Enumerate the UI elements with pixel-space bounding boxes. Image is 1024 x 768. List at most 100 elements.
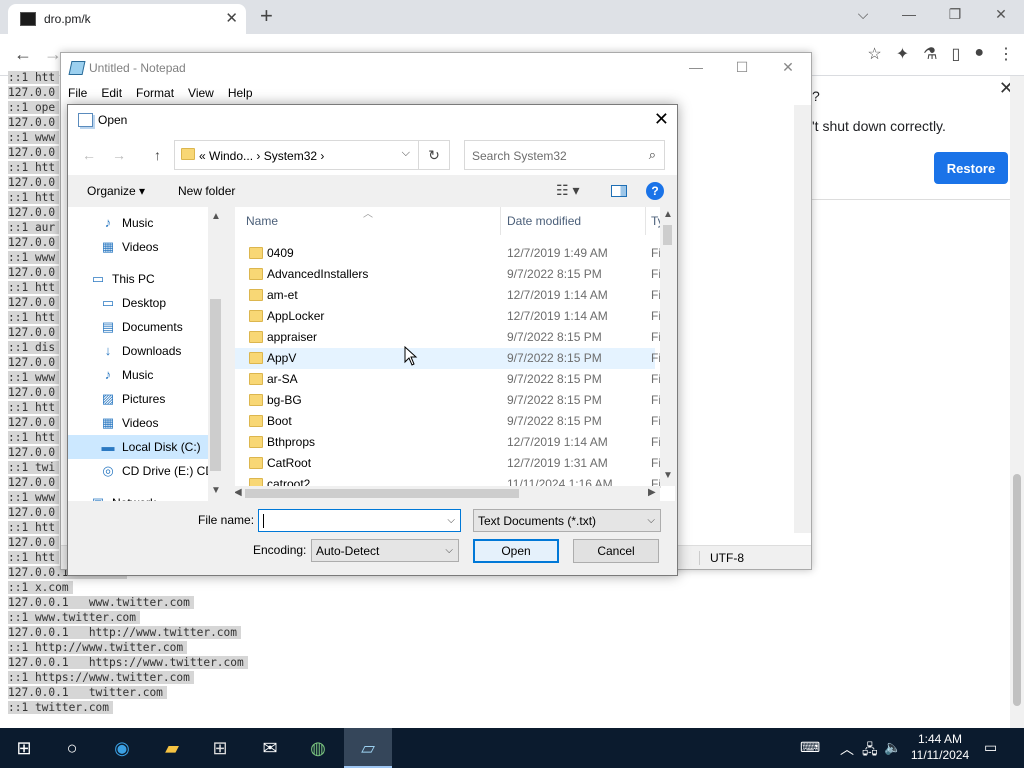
side-panel-icon[interactable]: ▯ (952, 44, 961, 64)
notepad-close-button[interactable]: ✕ (765, 53, 811, 83)
up-arrow-icon[interactable]: ↑ (154, 147, 161, 163)
tab-search-button[interactable]: ⌵ (840, 0, 886, 30)
scroll-up-icon[interactable]: ▲ (211, 211, 221, 222)
nav-item-cd-drive-e-cd[interactable]: ◎ CD Drive (E:) CD (100, 459, 214, 483)
file-row[interactable]: CatRoot 12/7/2019 1:31 AM Fi (235, 453, 661, 474)
nav-item-pictures[interactable]: ▨ Pictures (100, 387, 166, 411)
scroll-right-icon[interactable]: ▶ (648, 487, 656, 498)
nav-item-music[interactable]: ♪ Music (100, 363, 154, 387)
file-row[interactable]: ar-SA 9/7/2022 8:15 PM Fi (235, 369, 661, 390)
help-icon[interactable]: ? (646, 182, 664, 200)
mail-icon[interactable]: ✉ (246, 728, 294, 768)
menu-file[interactable]: File (61, 83, 94, 105)
column-divider[interactable] (645, 207, 646, 235)
scroll-up-icon[interactable]: ▲ (663, 209, 673, 220)
new-folder-button[interactable]: New folder (178, 184, 235, 198)
file-row[interactable]: AppV 9/7/2022 8:15 PM Fi (235, 348, 661, 369)
tab-close-icon[interactable]: ✕ (225, 9, 238, 27)
chevron-down-icon[interactable]: ⌵ (447, 515, 455, 526)
column-divider[interactable] (500, 207, 501, 235)
nav-item-this-pc[interactable]: ▭ This PC (90, 267, 155, 291)
browser-tab[interactable]: dro.pm/k ✕ (8, 4, 246, 34)
keyboard-icon[interactable]: ⌨ (800, 739, 820, 756)
organize-button[interactable]: Organize ▾ (87, 184, 145, 198)
menu-view[interactable]: View (181, 83, 221, 105)
back-arrow-icon[interactable]: ← (14, 44, 32, 65)
search-icon[interactable]: ○ (48, 728, 96, 768)
clock[interactable]: 1:44 AM 11/11/2024 (900, 731, 980, 763)
cancel-button[interactable]: Cancel (573, 539, 659, 563)
volume-muted-icon[interactable]: 🔈 (884, 739, 901, 756)
close-button[interactable]: ✕ (978, 0, 1024, 30)
nav-item-network[interactable]: ▣ Network (90, 491, 156, 501)
file-row[interactable]: Boot 9/7/2022 8:15 PM Fi (235, 411, 661, 432)
new-tab-button[interactable]: + (260, 4, 273, 28)
star-icon[interactable]: ☆ (867, 44, 881, 64)
menu-format[interactable]: Format (129, 83, 181, 105)
scroll-down-icon[interactable]: ▼ (211, 485, 221, 496)
nav-item-videos[interactable]: ▦ Videos (100, 411, 159, 435)
notifications-icon[interactable]: ▭ (984, 739, 997, 756)
nav-item-downloads[interactable]: ↓ Downloads (100, 339, 182, 363)
windows-start-icon[interactable]: ⊞ (0, 728, 48, 768)
nav-item-music[interactable]: ♪ Music (100, 211, 154, 235)
menu-help[interactable]: Help (221, 83, 260, 105)
column-date-modified[interactable]: Date modified (507, 207, 581, 235)
file-row[interactable]: 0409 12/7/2019 1:49 AM Fi (235, 243, 661, 264)
file-row[interactable]: appraiser 9/7/2022 8:15 PM Fi (235, 327, 661, 348)
navigation-scrollbar[interactable]: ▲ ▼ (208, 207, 223, 501)
file-explorer-icon[interactable]: ▰ (148, 728, 196, 768)
file-row[interactable]: AppLocker 12/7/2019 1:14 AM Fi (235, 306, 661, 327)
chevron-down-icon[interactable]: ⌵ (402, 147, 410, 160)
address-bar[interactable]: « Windo... › System32 › ⌵ (174, 140, 419, 170)
dialog-close-icon[interactable]: ✕ (654, 109, 669, 130)
navigation-scrollbar-thumb[interactable] (210, 299, 221, 471)
file-row[interactable]: AdvancedInstallers 9/7/2022 8:15 PM Fi (235, 264, 661, 285)
open-button[interactable]: Open (473, 539, 559, 563)
network-icon[interactable]: 🖧 (862, 739, 878, 763)
restore-session-button[interactable]: Restore (934, 152, 1008, 184)
notepad-scrollbar[interactable] (794, 105, 811, 533)
minimize-button[interactable]: — (886, 0, 932, 30)
nav-item-videos[interactable]: ▦ Videos (100, 235, 159, 259)
notepad-maximize-button[interactable]: ☐ (719, 53, 765, 83)
file-type-select[interactable]: Text Documents (*.txt) ⌵ (473, 509, 661, 532)
back-arrow-icon[interactable]: ← (82, 147, 96, 163)
forward-arrow-icon[interactable]: → (112, 147, 126, 163)
profile-icon[interactable]: ● (974, 44, 984, 64)
extensions-icon[interactable]: ✦ (896, 44, 909, 64)
nav-item-local-disk-c[interactable]: ▬ Local Disk (C:) (68, 435, 208, 459)
view-options-icon[interactable]: ☷ ▾ (556, 182, 579, 199)
dialog-titlebar[interactable]: Open ✕ (68, 105, 677, 135)
file-row[interactable]: bg-BG 9/7/2022 8:15 PM Fi (235, 390, 661, 411)
restore-button[interactable]: ❐ (932, 0, 978, 30)
nav-item-desktop[interactable]: ▭ Desktop (100, 291, 166, 315)
edge-browser-icon[interactable]: ◉ (98, 728, 146, 768)
file-row[interactable]: am-et 12/7/2019 1:14 AM Fi (235, 285, 661, 306)
chevron-up-icon[interactable]: ︿ (840, 739, 854, 759)
notepad-titlebar[interactable]: Untitled - Notepad — ☐ ✕ (61, 53, 811, 83)
menu-icon[interactable]: ⋮ (998, 44, 1014, 64)
page-scrollbar-thumb[interactable] (1013, 474, 1021, 706)
refresh-icon[interactable]: ↻ (418, 140, 450, 170)
column-name[interactable]: Name (246, 207, 278, 235)
file-list-hscrollbar[interactable]: ◀ ▶ (235, 486, 660, 501)
file-name-input[interactable]: ⌵ (258, 509, 461, 532)
file-list-hscrollbar-thumb[interactable] (245, 489, 519, 498)
search-input[interactable]: Search System32 ⌕ (464, 140, 665, 170)
chrome-icon[interactable]: ◍ (294, 728, 342, 768)
nav-item-documents[interactable]: ▤ Documents (100, 315, 183, 339)
page-scrollbar[interactable] (1010, 76, 1024, 728)
encoding-select[interactable]: Auto-Detect ⌵ (311, 539, 459, 562)
scroll-down-icon[interactable]: ▼ (663, 470, 673, 481)
notepad-taskbar-icon[interactable]: ▱ (344, 728, 392, 768)
notepad-minimize-button[interactable]: — (673, 53, 719, 83)
store-icon[interactable]: ⊞ (196, 728, 244, 768)
flask-icon[interactable]: ⚗ (923, 44, 937, 64)
scroll-left-icon[interactable]: ◀ (235, 487, 242, 498)
menu-edit[interactable]: Edit (94, 83, 129, 105)
file-list-vscrollbar[interactable]: ▲ ▼ (660, 207, 675, 486)
file-list-vscrollbar-thumb[interactable] (663, 225, 672, 245)
preview-pane-icon[interactable] (611, 185, 627, 197)
file-row[interactable]: Bthprops 12/7/2019 1:14 AM Fi (235, 432, 661, 453)
